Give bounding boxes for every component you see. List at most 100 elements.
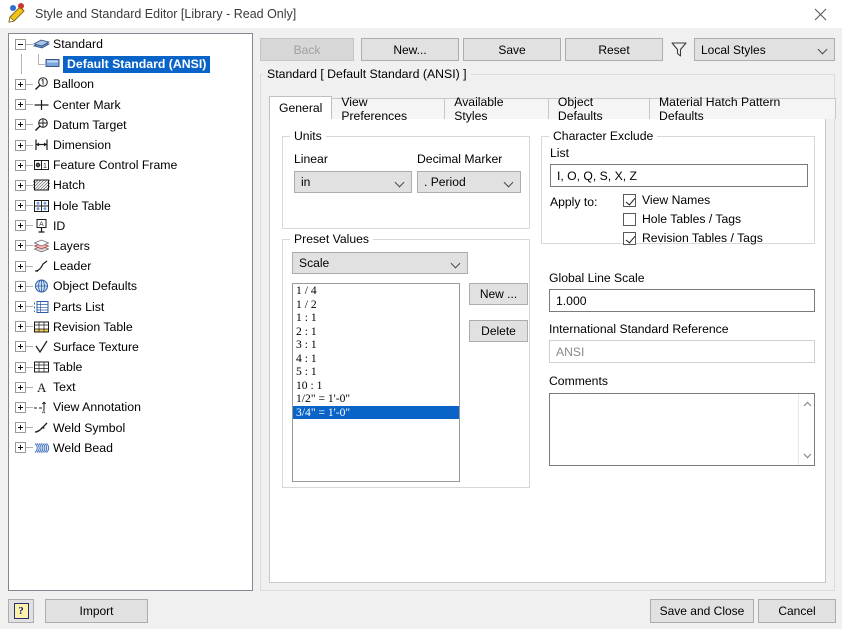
expand-toggle[interactable] [15, 362, 26, 373]
list-item[interactable]: 10 : 1 [293, 379, 459, 393]
surface-texture-icon [33, 339, 50, 355]
tab-object-defaults[interactable]: Object Defaults [548, 98, 650, 119]
tree-item-object-defaults[interactable]: Object Defaults [9, 276, 252, 296]
tree-item-surface-texture[interactable]: Surface Texture [9, 337, 252, 357]
expand-toggle[interactable] [15, 180, 26, 191]
apply-to-option-revision-tables-tags[interactable]: Revision Tables / Tags [623, 231, 763, 245]
apply-to-option-view-names[interactable]: View Names [623, 193, 710, 207]
reset-button[interactable]: Reset [565, 38, 663, 61]
comments-scrollbar[interactable] [798, 394, 814, 465]
tree-item-label: Table [53, 360, 82, 374]
text-icon: A [33, 379, 50, 395]
tree-item-default-standard-ansi[interactable]: Default Standard (ANSI) [9, 54, 252, 74]
expand-toggle[interactable] [15, 341, 26, 352]
tab-material-hatch-pattern-defaults[interactable]: Material Hatch Pattern Defaults [649, 98, 836, 119]
style-filter-dropdown[interactable]: Local Styles [694, 38, 835, 61]
tree-item-text[interactable]: AText [9, 377, 252, 397]
list-item[interactable]: 5 : 1 [293, 365, 459, 379]
tree-item-layers[interactable]: Layers [9, 236, 252, 256]
tree-item-hole-table[interactable]: Hole Table [9, 196, 252, 216]
apply-to-option-hole-tables-tags[interactable]: Hole Tables / Tags [623, 212, 741, 226]
expand-toggle[interactable] [15, 119, 26, 130]
expand-toggle[interactable] [15, 200, 26, 211]
global-line-scale-input[interactable]: 1.000 [549, 289, 815, 312]
tree-item-weld-bead[interactable]: Weld Bead [9, 438, 252, 458]
tree-item-hatch[interactable]: Hatch [9, 175, 252, 195]
expand-toggle[interactable] [15, 321, 26, 332]
list-item[interactable]: 1/2" = 1'-0" [293, 392, 459, 406]
tree-item-view-annotation[interactable]: AView Annotation [9, 397, 252, 417]
expand-toggle[interactable] [15, 240, 26, 251]
expand-toggle[interactable] [15, 422, 26, 433]
tree-item-id[interactable]: AID [9, 216, 252, 236]
filter-funnel-icon[interactable] [669, 39, 689, 59]
tree-item-dimension[interactable]: Dimension [9, 135, 252, 155]
tree-item-weld-symbol[interactable]: Weld Symbol [9, 418, 252, 438]
expand-toggle[interactable] [15, 261, 26, 272]
international-standard-reference-label: International Standard Reference [549, 322, 729, 336]
preset-new-button[interactable]: New ... [469, 283, 528, 305]
import-button[interactable]: Import [45, 599, 148, 623]
linear-units-dropdown[interactable]: in [294, 171, 412, 193]
exclude-list-input[interactable]: I, O, Q, S, X, Z [550, 164, 808, 187]
tab-general[interactable]: General [269, 96, 332, 119]
tree-item-center-mark[interactable]: Center Mark [9, 95, 252, 115]
list-item[interactable]: 3/4" = 1'-0" [293, 406, 459, 420]
tree-item-balloon[interactable]: Balloon [9, 74, 252, 94]
list-item[interactable]: 2 : 1 [293, 325, 459, 339]
tree-item-table[interactable]: Table [9, 357, 252, 377]
back-button[interactable]: Back [260, 38, 354, 61]
decimal-marker-dropdown[interactable]: . Period [417, 171, 521, 193]
expand-toggle[interactable] [15, 402, 26, 413]
comments-textarea[interactable] [549, 393, 815, 466]
title-bar: Style and Standard Editor [Library - Rea… [0, 0, 842, 28]
list-item[interactable]: 1 / 2 [293, 298, 459, 312]
chevron-down-icon[interactable] [799, 447, 815, 464]
expand-toggle[interactable] [15, 301, 26, 312]
tab-strip[interactable]: GeneralView PreferencesAvailable StylesO… [269, 97, 835, 119]
save-button[interactable]: Save [463, 38, 561, 61]
preset-type-dropdown[interactable]: Scale [292, 252, 468, 274]
tree-item-revision-table[interactable]: Revision Table [9, 317, 252, 337]
chevron-up-icon[interactable] [799, 395, 815, 412]
list-item[interactable]: 4 : 1 [293, 352, 459, 366]
expand-toggle[interactable] [15, 220, 26, 231]
collapse-toggle-standard[interactable] [15, 39, 26, 50]
tree-item-standard[interactable]: Standard [9, 34, 252, 54]
tree-item-datum-target[interactable]: Datum Target [9, 115, 252, 135]
close-icon[interactable] [798, 0, 842, 28]
tab-available-styles[interactable]: Available Styles [444, 98, 549, 119]
preset-delete-button[interactable]: Delete [469, 320, 528, 342]
save-and-close-button[interactable]: Save and Close [650, 599, 754, 623]
expand-toggle[interactable] [15, 382, 26, 393]
list-item[interactable]: 1 : 1 [293, 311, 459, 325]
expand-toggle[interactable] [15, 442, 26, 453]
list-item[interactable]: 3 : 1 [293, 338, 459, 352]
tab-view-preferences[interactable]: View Preferences [331, 98, 445, 119]
new-button[interactable]: New... [361, 38, 459, 61]
tree-item-parts-list[interactable]: Parts List [9, 296, 252, 316]
expand-toggle[interactable] [15, 79, 26, 90]
list-item[interactable]: 1 / 4 [293, 284, 459, 298]
tree-item-label: Hatch [53, 178, 85, 192]
tree-item-label: Default Standard (ANSI) [63, 56, 210, 73]
cancel-button[interactable]: Cancel [758, 599, 836, 623]
checkbox[interactable] [623, 194, 636, 207]
checkbox[interactable] [623, 213, 636, 226]
preset-values-listbox[interactable]: 1 / 41 / 21 : 12 : 13 : 14 : 15 : 110 : … [292, 283, 460, 482]
checkbox[interactable] [623, 232, 636, 245]
tree-item-feature-control-frame[interactable]: 1Feature Control Frame [9, 155, 252, 175]
help-button[interactable]: ? [8, 599, 34, 623]
tree-connector [26, 407, 33, 408]
standard-group-caption: Standard [ Default Standard (ANSI) ] [263, 67, 471, 81]
style-filter-value: Local Styles [701, 43, 766, 57]
expand-toggle[interactable] [15, 99, 26, 110]
style-tree[interactable]: Standard Default Standard (ANSI) Balloon… [8, 33, 253, 591]
help-question-icon: ? [14, 603, 29, 619]
expand-toggle[interactable] [15, 281, 26, 292]
expand-toggle[interactable] [15, 160, 26, 171]
tree-item-leader[interactable]: Leader [9, 256, 252, 276]
tree-connector [26, 387, 33, 388]
tree-item-label: Surface Texture [53, 340, 139, 354]
expand-toggle[interactable] [15, 140, 26, 151]
